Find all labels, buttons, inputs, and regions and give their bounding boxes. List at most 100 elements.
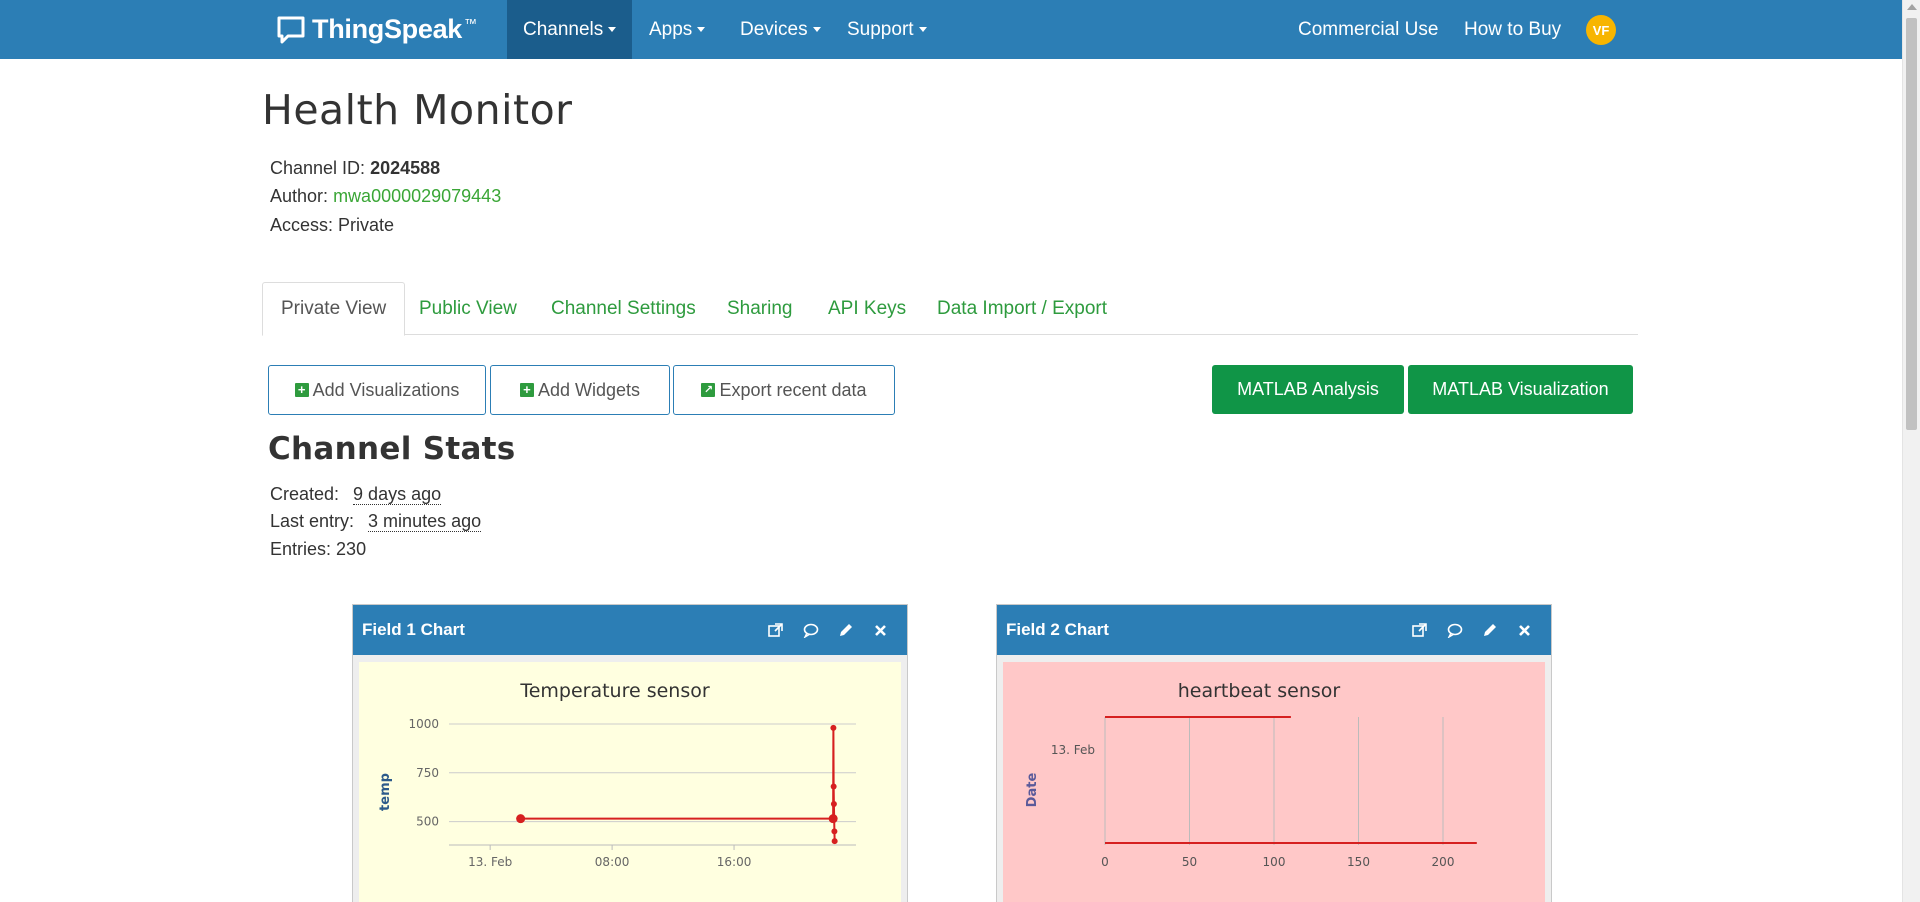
page-scrollbar[interactable] <box>1902 0 1920 902</box>
y-axis-label: temp <box>378 773 393 811</box>
caret-down-icon <box>812 27 821 32</box>
data-point <box>831 838 838 845</box>
author-row: Author: mwa0000029079443 <box>270 186 501 207</box>
close-icon[interactable] <box>872 622 889 639</box>
nav-support[interactable]: Support <box>831 0 943 59</box>
y-tick-label: 500 <box>416 815 439 829</box>
created-label: Created: <box>270 484 340 504</box>
nav-how-to-buy-label: How to Buy <box>1464 18 1562 40</box>
nav-devices[interactable]: Devices <box>724 0 837 59</box>
data-point <box>830 801 837 808</box>
top-navbar: ThingSpeak ™ Channels Apps Devices Suppor… <box>0 0 1902 59</box>
nav-commercial-use[interactable]: Commercial Use <box>1282 0 1454 59</box>
pencil-icon[interactable] <box>1481 622 1498 639</box>
heartbeat-chart[interactable]: heartbeat sensor 0 50 100 150 200 13. Feb Date <box>1003 662 1545 902</box>
user-avatar[interactable]: VF <box>1586 15 1616 45</box>
trademark: ™ <box>464 16 477 31</box>
access-row: Access: Private <box>270 215 394 236</box>
panel-toolbar <box>1411 605 1533 655</box>
tab-channel-settings[interactable]: Channel Settings <box>551 282 696 335</box>
last-entry-value: 3 minutes ago <box>368 511 482 532</box>
created-value: 9 days ago <box>353 484 442 505</box>
data-point <box>830 724 837 731</box>
comment-icon[interactable] <box>1446 622 1463 639</box>
author-label: Author: <box>270 186 329 206</box>
nav-apps-label: Apps <box>649 18 693 40</box>
channel-tabs: Private View Public View Channel Setting… <box>262 282 1638 336</box>
panel-header: Field 1 Chart <box>353 605 907 655</box>
author-link[interactable]: mwa0000029079443 <box>333 186 501 206</box>
scrollbar-thumb[interactable] <box>1906 18 1917 430</box>
nav-devices-label: Devices <box>740 18 808 40</box>
add-widgets-label: Add Widgets <box>537 379 641 400</box>
chart-title: Temperature sensor <box>519 680 710 702</box>
data-point <box>831 828 838 835</box>
x-tick-label: 16:00 <box>717 855 752 869</box>
channel-stats-title: Channel Stats <box>268 431 516 467</box>
tab-data-import-export[interactable]: Data Import / Export <box>937 282 1107 335</box>
x-tick-label: 0 <box>1101 855 1109 869</box>
page-title: Health Monitor <box>262 86 573 134</box>
add-visualizations-button[interactable]: + Add Visualizations <box>268 365 486 415</box>
matlab-analysis-button[interactable]: MATLAB Analysis <box>1212 365 1404 414</box>
chat-bubble-icon <box>277 16 305 43</box>
field-1-chart-panel: Field 1 Chart Temperature sensor 500 750 10… <box>352 604 908 902</box>
brand-name: ThingSpeak <box>312 14 463 44</box>
chart-title: heartbeat sensor <box>1178 680 1341 702</box>
entries-label: Entries: <box>270 539 332 559</box>
tab-private-view[interactable]: Private View <box>262 282 406 336</box>
channel-id-label: Channel ID: <box>270 158 366 178</box>
access-label: Access: <box>270 215 334 235</box>
x-tick-label: 50 <box>1182 855 1197 869</box>
nav-apps[interactable]: Apps <box>633 0 721 59</box>
thingspeak-logo[interactable]: ThingSpeak ™ <box>276 0 477 59</box>
scroll-up-arrow-icon[interactable] <box>1907 4 1917 10</box>
entries-row: Entries: 230 <box>270 539 366 560</box>
last-entry-row: Last entry: 3 minutes ago <box>270 511 482 532</box>
y-tick-label: 750 <box>416 766 439 780</box>
add-widgets-button[interactable]: + Add Widgets <box>490 365 670 415</box>
panel-toolbar <box>767 605 889 655</box>
nav-channels[interactable]: Channels <box>507 0 633 59</box>
plus-square-icon: + <box>294 383 309 397</box>
nav-support-label: Support <box>847 18 914 40</box>
close-icon[interactable] <box>1516 622 1533 639</box>
x-tick-label: 08:00 <box>595 855 630 869</box>
y-tick-label: 1000 <box>408 717 439 731</box>
channel-id-value: 2024588 <box>370 158 441 178</box>
x-tick-label: 200 <box>1432 855 1455 869</box>
caret-down-icon <box>697 27 706 32</box>
panel-header: Field 2 Chart <box>997 605 1551 655</box>
tab-public-view[interactable]: Public View <box>419 282 517 335</box>
caret-down-icon <box>918 27 927 32</box>
x-tick-label: 100 <box>1263 855 1286 869</box>
nav-commercial-label: Commercial Use <box>1298 18 1439 40</box>
caret-down-icon <box>608 27 617 32</box>
x-tick-label: 13. Feb <box>468 855 512 869</box>
panel-title: Field 1 Chart <box>362 620 465 639</box>
export-arrow-icon: ↗ <box>701 383 716 397</box>
x-tick-label: 150 <box>1347 855 1370 869</box>
chart-area: heartbeat sensor 0 50 100 150 200 13. Feb Date <box>1003 662 1545 902</box>
external-link-icon[interactable] <box>1411 622 1428 639</box>
tab-api-keys[interactable]: API Keys <box>828 282 906 335</box>
created-row: Created: 9 days ago <box>270 484 442 505</box>
data-point <box>516 814 526 824</box>
tab-sharing[interactable]: Sharing <box>727 282 793 335</box>
nav-how-to-buy[interactable]: How to Buy <box>1448 0 1577 59</box>
pencil-icon[interactable] <box>837 622 854 639</box>
comment-icon[interactable] <box>802 622 819 639</box>
matlab-visualization-button[interactable]: MATLAB Visualization <box>1408 365 1633 414</box>
temperature-chart[interactable]: Temperature sensor 500 750 1000 13. Feb 08:00… <box>359 662 901 902</box>
field-2-chart-panel: Field 2 Chart heartbeat sensor 0 50 100 150 2… <box>996 604 1552 902</box>
data-point <box>830 783 837 790</box>
add-visualizations-label: Add Visualizations <box>312 379 460 400</box>
chart-area: Temperature sensor 500 750 1000 13. Feb 08:00… <box>359 662 901 902</box>
external-link-icon[interactable] <box>767 622 784 639</box>
plus-square-icon: + <box>519 383 534 397</box>
data-point <box>831 814 838 821</box>
access-value: Private <box>338 215 395 235</box>
panel-title: Field 2 Chart <box>1006 620 1109 639</box>
nav-channels-label: Channels <box>523 18 604 40</box>
export-recent-data-button[interactable]: ↗ Export recent data <box>673 365 895 415</box>
